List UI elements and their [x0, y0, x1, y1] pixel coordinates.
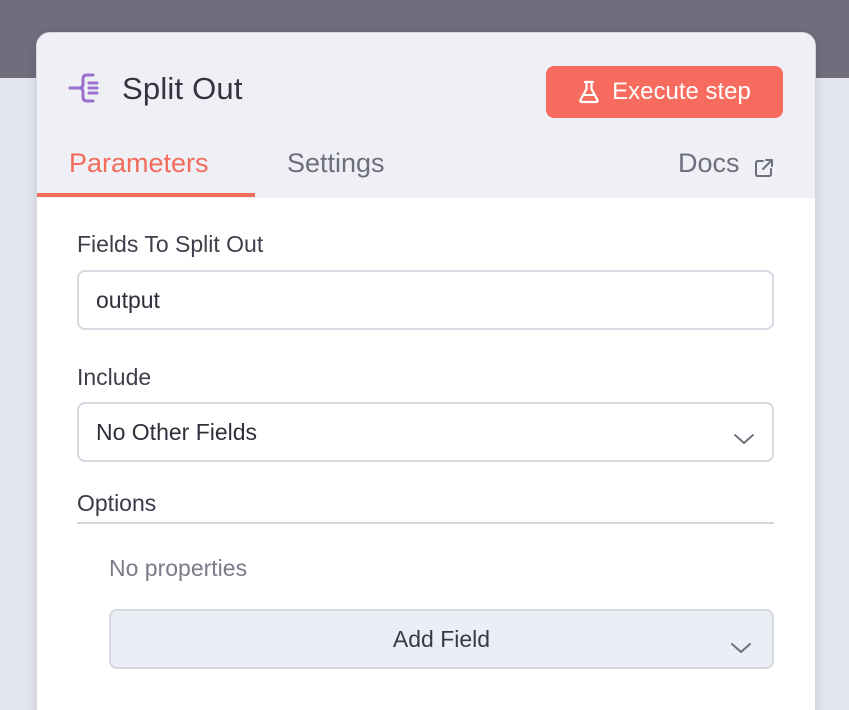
add-field-dropdown[interactable]: Add Field	[109, 609, 774, 669]
include-label: Include	[77, 364, 152, 390]
add-field-label: Add Field	[392, 625, 491, 652]
external-link-icon	[754, 154, 774, 177]
options-divider	[77, 522, 774, 524]
execute-step-button[interactable]: Execute step	[546, 66, 783, 118]
chevron-down-icon	[730, 634, 752, 653]
options-heading: Options	[77, 490, 157, 516]
tab-parameters[interactable]: Parameters	[69, 148, 209, 179]
no-properties-text: No properties	[109, 555, 248, 581]
flask-icon	[578, 80, 600, 104]
node-settings-panel: Split Out Execute step Parameters Settin…	[36, 32, 816, 710]
fields-to-split-out-label: Fields To Split Out	[77, 231, 264, 257]
include-selected-value: No Other Fields	[96, 418, 258, 445]
chevron-down-icon	[733, 425, 755, 444]
fields-to-split-out-value: output	[96, 286, 160, 313]
active-tab-indicator	[37, 193, 255, 197]
include-select[interactable]: No Other Fields	[77, 402, 774, 462]
node-title: Split Out	[122, 71, 243, 106]
docs-label: Docs	[678, 148, 740, 178]
panel-header: Split Out Execute step Parameters Settin…	[37, 33, 815, 198]
tab-settings[interactable]: Settings	[287, 148, 385, 179]
execute-step-label: Execute step	[612, 78, 751, 105]
split-out-icon	[67, 71, 107, 105]
fields-to-split-out-input[interactable]: output	[77, 270, 774, 330]
docs-link[interactable]: Docs	[678, 148, 774, 179]
